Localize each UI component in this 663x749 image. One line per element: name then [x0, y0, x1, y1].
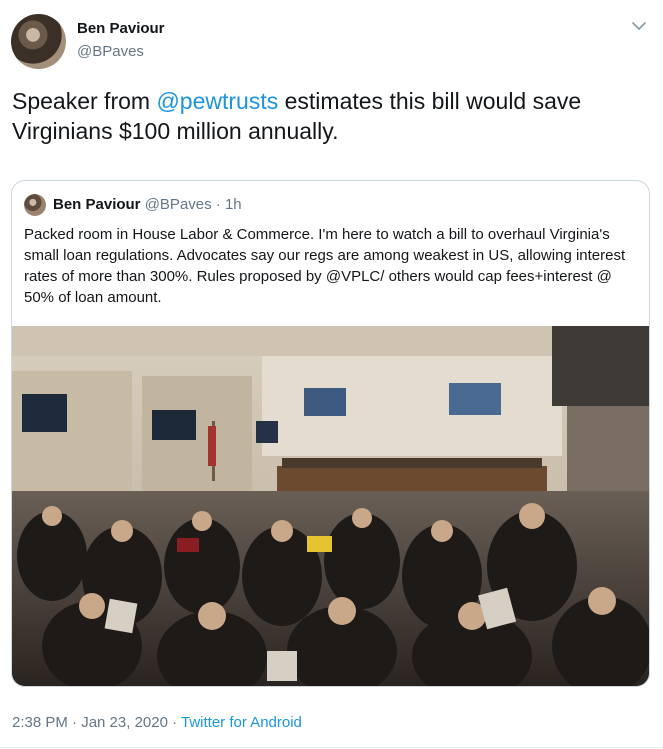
tweet-text: Speaker from @pewtrusts estimates this b…	[12, 86, 652, 146]
mention-link[interactable]: @pewtrusts	[156, 88, 278, 114]
tweet-text-before: Speaker from	[12, 88, 157, 114]
quoted-header: Ben Paviour @BPaves · 1h	[53, 196, 242, 213]
quoted-photo[interactable]	[12, 326, 649, 686]
quoted-separator: ·	[211, 196, 225, 213]
author-avatar[interactable]	[11, 14, 66, 69]
author-name[interactable]: Ben Paviour	[77, 20, 165, 37]
bottom-divider	[0, 747, 663, 748]
footer-separator: ·	[167, 714, 181, 731]
quoted-author-handle: @BPaves	[144, 196, 212, 213]
quoted-text: Packed room in House Labor & Commerce. I…	[24, 226, 626, 306]
author-handle[interactable]: @BPaves	[77, 43, 144, 60]
quoted-author-name: Ben Paviour	[53, 196, 141, 213]
quoted-tweet[interactable]: Ben Paviour @BPaves · 1h Packed room in …	[11, 180, 650, 687]
chevron-down-icon	[632, 22, 646, 30]
quoted-time: 1h	[224, 196, 242, 213]
tweet-source-link[interactable]: Twitter for Android	[181, 714, 302, 731]
tweet-timestamp[interactable]: 2:38 PM · Jan 23, 2020	[12, 714, 168, 731]
committee-room-photo	[12, 326, 649, 686]
more-options-button[interactable]	[629, 16, 649, 36]
quoted-avatar	[24, 194, 46, 216]
tweet-footer: 2:38 PM · Jan 23, 2020 · Twitter for And…	[12, 714, 302, 731]
